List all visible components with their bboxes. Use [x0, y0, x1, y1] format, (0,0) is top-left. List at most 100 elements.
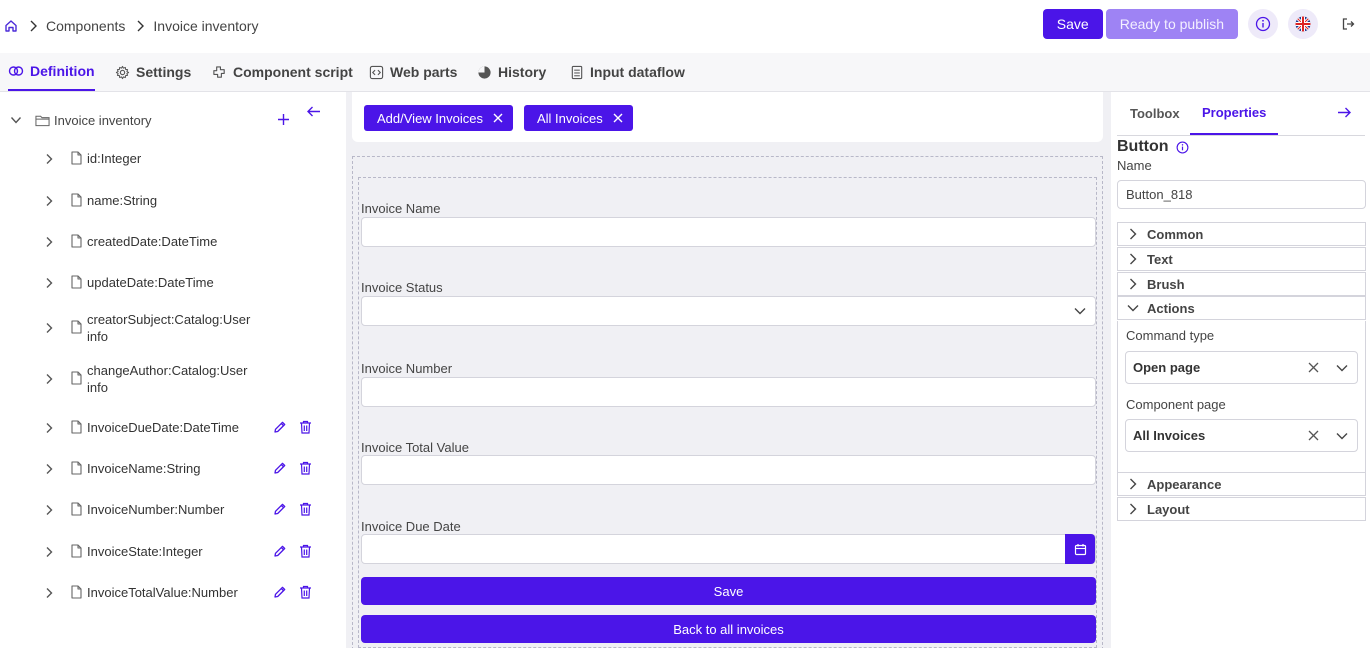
- section-text[interactable]: Text: [1117, 247, 1366, 271]
- component-page-select[interactable]: All Invoices: [1125, 419, 1358, 452]
- breadcrumb: Components Invoice inventory: [4, 18, 258, 34]
- close-icon[interactable]: [493, 113, 503, 123]
- section-layout[interactable]: Layout: [1117, 497, 1366, 521]
- tree-item[interactable]: id:Integer: [0, 150, 330, 167]
- ready-to-publish-button[interactable]: Ready to publish: [1105, 9, 1238, 39]
- info-icon[interactable]: [1176, 141, 1189, 154]
- script-icon: [212, 65, 227, 80]
- chevron-right-icon[interactable]: [42, 152, 56, 166]
- tree-item-actions: [273, 461, 325, 475]
- section-appearance[interactable]: Appearance: [1117, 472, 1366, 496]
- invoice-total-value-input[interactable]: [361, 455, 1096, 485]
- chevron-right-icon[interactable]: [42, 194, 56, 208]
- name-input[interactable]: Button_818: [1117, 180, 1366, 209]
- calendar-button[interactable]: [1065, 534, 1095, 564]
- edit-icon[interactable]: [273, 585, 287, 599]
- invoice-due-date-label: Invoice Due Date: [361, 519, 461, 534]
- section-common[interactable]: Common: [1117, 222, 1366, 246]
- file-icon: [71, 371, 82, 385]
- tree-item[interactable]: creatorSubject:Catalog:User info: [0, 311, 330, 345]
- edit-icon[interactable]: [273, 420, 287, 434]
- tree-item[interactable]: InvoiceNumber:Number: [0, 501, 330, 518]
- chevron-right-icon[interactable]: [42, 503, 56, 517]
- invoice-due-date-input[interactable]: [361, 534, 1096, 564]
- tree-item[interactable]: InvoiceState:Integer: [0, 543, 330, 560]
- page-tab-all-invoices[interactable]: All Invoices: [524, 105, 633, 131]
- tab-history[interactable]: History: [477, 53, 546, 91]
- language-button[interactable]: [1288, 9, 1318, 39]
- file-icon: [71, 420, 82, 434]
- breadcrumb-item-components[interactable]: Components: [46, 18, 125, 34]
- home-icon[interactable]: [4, 19, 18, 33]
- tab-settings[interactable]: Settings: [115, 53, 191, 91]
- invoice-name-input[interactable]: [361, 217, 1096, 247]
- file-icon: [71, 193, 82, 207]
- calendar-icon: [1074, 543, 1087, 556]
- tree-item-label: InvoiceNumber:Number: [87, 502, 225, 517]
- chevron-right-icon[interactable]: [42, 421, 56, 435]
- delete-icon[interactable]: [299, 420, 313, 434]
- invoice-name-label: Invoice Name: [361, 201, 441, 216]
- add-icon[interactable]: [277, 113, 290, 126]
- chevron-down-icon[interactable]: [1335, 361, 1349, 375]
- info-button[interactable]: [1248, 9, 1278, 39]
- tab-input-dataflow[interactable]: Input dataflow: [570, 53, 685, 91]
- tree-item[interactable]: InvoiceDueDate:DateTime: [0, 419, 330, 436]
- tree-item-actions: [273, 502, 325, 516]
- dataflow-icon: [570, 65, 584, 80]
- invoice-status-select[interactable]: [361, 296, 1096, 326]
- command-type-select[interactable]: Open page: [1125, 351, 1358, 384]
- close-icon[interactable]: [613, 113, 623, 123]
- page-tab-add-view-invoices[interactable]: Add/View Invoices: [364, 105, 513, 131]
- chevron-down-icon[interactable]: [9, 113, 23, 127]
- tab-web-parts[interactable]: Web parts: [369, 53, 457, 91]
- chevron-right-icon[interactable]: [42, 586, 56, 600]
- clear-icon[interactable]: [1307, 361, 1320, 374]
- page-canvas: Add/View Invoices All Invoices Invoice N…: [346, 92, 1111, 648]
- tree-root[interactable]: Invoice inventory: [0, 106, 330, 130]
- component-title: Button: [1117, 138, 1189, 156]
- collapse-panel-arrow-icon[interactable]: [1337, 106, 1352, 119]
- tab-definition[interactable]: Definition: [8, 53, 95, 91]
- collapse-panel-arrow-icon[interactable]: [306, 105, 321, 118]
- info-icon: [1255, 16, 1271, 32]
- back-to-all-invoices-button[interactable]: Back to all invoices: [361, 615, 1096, 643]
- tree-item[interactable]: updateDate:DateTime: [0, 274, 330, 291]
- tree-item[interactable]: name:String: [0, 192, 330, 209]
- tree-item[interactable]: changeAuthor:Catalog:User info: [0, 362, 330, 396]
- chevron-down-icon[interactable]: [1335, 429, 1349, 443]
- tree-item[interactable]: createdDate:DateTime: [0, 233, 330, 250]
- tab-divider: [1117, 135, 1365, 136]
- tree-item-label: createdDate:DateTime: [87, 234, 218, 249]
- section-actions[interactable]: Actions: [1117, 296, 1366, 320]
- edit-icon[interactable]: [273, 544, 287, 558]
- edit-icon[interactable]: [273, 461, 287, 475]
- chevron-right-icon[interactable]: [42, 462, 56, 476]
- delete-icon[interactable]: [299, 585, 313, 599]
- clear-icon[interactable]: [1307, 429, 1320, 442]
- edit-icon[interactable]: [273, 502, 287, 516]
- delete-icon[interactable]: [299, 461, 313, 475]
- tree-item[interactable]: InvoiceTotalValue:Number: [0, 584, 330, 601]
- gear-icon: [115, 65, 130, 80]
- chevron-right-icon[interactable]: [42, 545, 56, 559]
- chevron-right-icon[interactable]: [42, 321, 56, 335]
- tab-properties[interactable]: Properties: [1190, 92, 1279, 135]
- form-save-button[interactable]: Save: [361, 577, 1096, 605]
- delete-icon[interactable]: [299, 544, 313, 558]
- chevron-right-icon[interactable]: [42, 276, 56, 290]
- delete-icon[interactable]: [299, 502, 313, 516]
- invoice-number-input[interactable]: [361, 377, 1096, 407]
- save-button[interactable]: Save: [1042, 9, 1103, 39]
- invoice-total-value-label: Invoice Total Value: [361, 440, 469, 455]
- chevron-right-icon[interactable]: [42, 372, 56, 386]
- logout-icon[interactable]: [1338, 14, 1358, 34]
- tab-toolbox[interactable]: Toolbox: [1130, 92, 1180, 135]
- tree-item[interactable]: InvoiceName:String: [0, 460, 330, 477]
- invoice-number-label: Invoice Number: [361, 361, 453, 376]
- file-icon: [71, 461, 82, 475]
- section-brush[interactable]: Brush: [1117, 272, 1366, 296]
- chevron-right-icon[interactable]: [42, 235, 56, 249]
- tree-item-label: creatorSubject:Catalog:User info: [87, 312, 251, 344]
- tab-component-script[interactable]: Component script: [212, 53, 353, 91]
